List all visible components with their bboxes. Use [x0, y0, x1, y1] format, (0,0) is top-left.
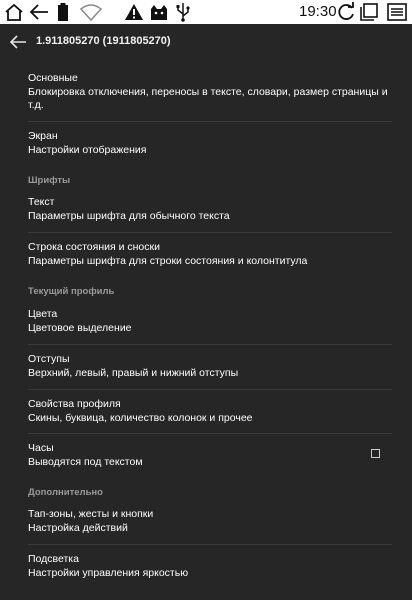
back-arrow-icon[interactable] [28, 2, 50, 22]
item-title: Тап-зоны, жесты и кнопки [28, 508, 154, 520]
usb-icon [176, 3, 190, 22]
status-bar: 19:30 [0, 0, 412, 24]
item-title: Часы [28, 442, 54, 454]
item-title: Подсветка [28, 553, 79, 565]
battery-icon [58, 3, 68, 21]
settings-item-tap-zones[interactable]: Тап-зоны, жесты и кнопки Настройка дейст… [28, 508, 388, 535]
item-title: Текст [28, 196, 55, 208]
settings-item-margins[interactable]: Отступы Верхний, левый, правый и нижний … [28, 353, 388, 380]
settings-item-profile-properties[interactable]: Свойства профиля Скины, буквица, количес… [28, 398, 388, 425]
item-subtitle: Цветовое выделение [28, 322, 132, 334]
status-clock: 19:30 [299, 3, 337, 20]
item-subtitle: Настройка действий [28, 522, 128, 534]
warning-icon [125, 4, 143, 20]
item-title: Основные [28, 72, 78, 84]
home-icon[interactable] [4, 2, 24, 22]
settings-item-clock[interactable]: Часы Выводятся под текстом [28, 442, 388, 469]
cat-app-icon [151, 5, 167, 20]
section-header-profile: Текущий профиль [28, 286, 115, 297]
app-toolbar: 1.911805270 (1911805270) [0, 24, 412, 60]
item-title: Свойства профиля [28, 398, 121, 410]
settings-item-backlight[interactable]: Подсветка Настройки управления яркостью [28, 553, 388, 580]
item-title: Экран [28, 130, 58, 142]
back-icon[interactable] [8, 32, 28, 52]
settings-item-general[interactable]: Основные Блокировка отключения, переносы… [28, 72, 388, 112]
recent-apps-icon[interactable] [359, 2, 379, 22]
item-subtitle: Выводятся под текстом [28, 456, 143, 468]
item-title: Отступы [28, 353, 70, 365]
settings-item-text[interactable]: Текст Параметры шрифта для обычного текс… [28, 196, 388, 223]
item-title: Цвета [28, 308, 58, 320]
refresh-icon[interactable] [336, 2, 356, 22]
settings-item-colors[interactable]: Цвета Цветовое выделение [28, 308, 388, 335]
menu-icon[interactable] [386, 2, 408, 22]
wifi-icon [80, 4, 102, 22]
divider [28, 389, 392, 390]
section-header-extra: Дополнительно [28, 487, 103, 498]
divider [28, 344, 392, 345]
item-subtitle: Верхний, левый, правый и нижний отступы [28, 367, 239, 379]
toolbar-title: 1.911805270 (1911805270) [36, 35, 171, 47]
settings-item-status-bar[interactable]: Строка состояния и сноски Параметры шриф… [28, 241, 388, 268]
divider [28, 544, 392, 545]
divider [28, 433, 392, 434]
item-title: Строка состояния и сноски [28, 241, 160, 253]
item-subtitle: Блокировка отключения, переносы в тексте… [28, 86, 388, 111]
settings-item-screen[interactable]: Экран Настройки отображения [28, 130, 388, 157]
item-subtitle: Настройки управления яркостью [28, 567, 189, 579]
item-subtitle: Параметры шрифта для обычного текста [28, 210, 230, 222]
item-subtitle: Параметры шрифта для строки состояния и … [28, 255, 308, 267]
item-subtitle: Скины, буквица, количество колонок и про… [28, 412, 253, 424]
divider [28, 121, 392, 122]
clock-checkbox[interactable] [371, 449, 380, 458]
divider [28, 232, 392, 233]
section-header-fonts: Шрифты [28, 175, 71, 186]
item-subtitle: Настройки отображения [28, 144, 147, 156]
